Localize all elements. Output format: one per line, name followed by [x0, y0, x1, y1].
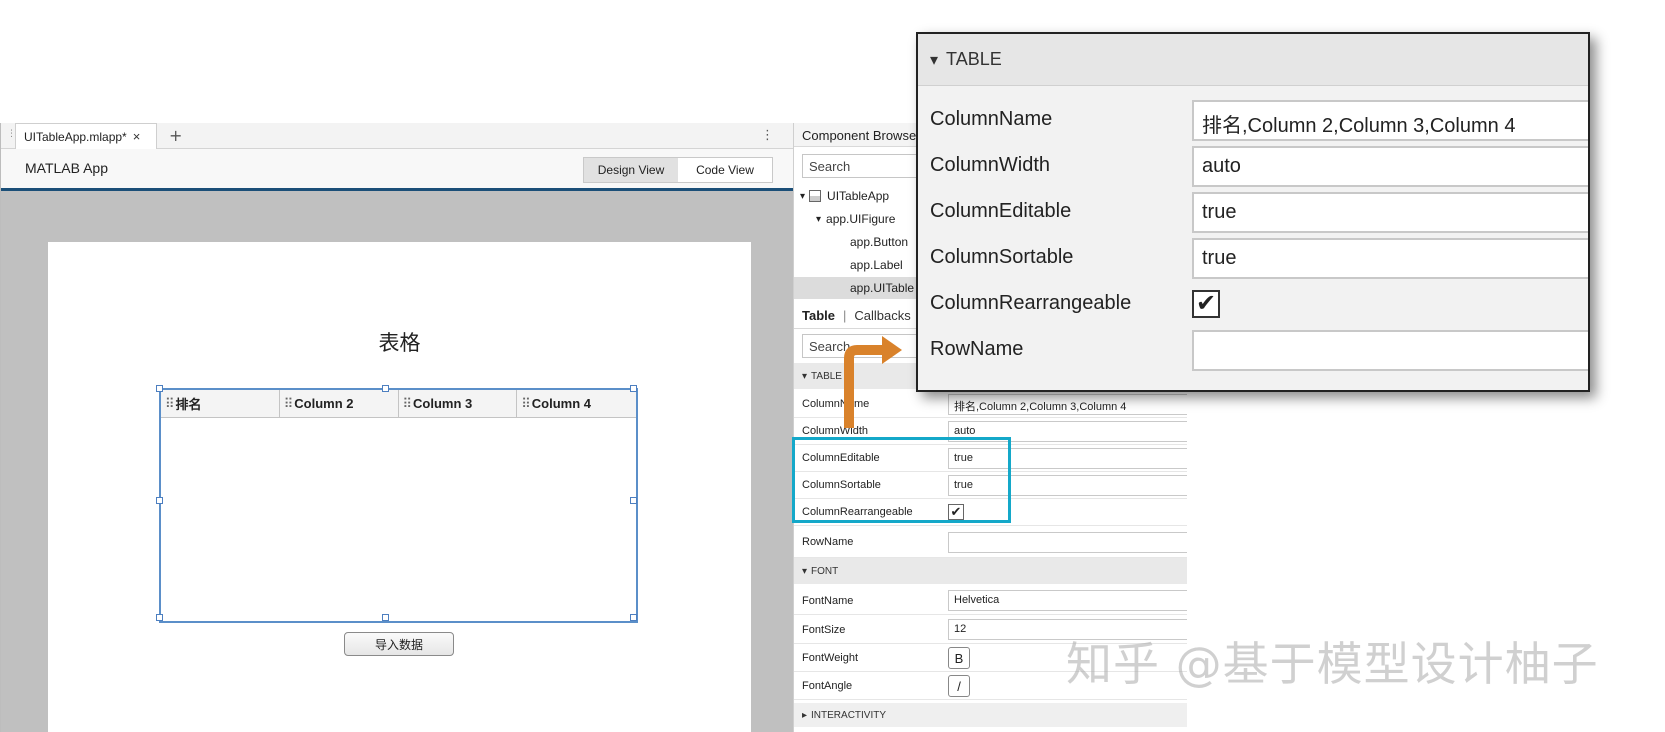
table-column-header[interactable]: ⠿Column 2	[280, 390, 399, 417]
chevron-down-icon: ▾	[802, 566, 807, 577]
table-column-header[interactable]: ⠿Column 4	[517, 390, 636, 417]
resize-handle[interactable]	[630, 497, 637, 504]
app-file-icon	[809, 190, 821, 202]
tree-node-label[interactable]: app.Label	[850, 254, 903, 276]
column-drag-icon: ⠿	[165, 396, 174, 412]
resize-handle[interactable]	[382, 385, 389, 392]
zoom-row-columnname: ColumnName 排名,Column 2,Column 3,Column 4	[918, 96, 1590, 144]
zoom-callout: ▾ TABLE ColumnName 排名,Column 2,Column 3,…	[916, 32, 1590, 392]
zoom-property-label: ColumnRearrangeable	[930, 292, 1131, 315]
watermark: 知乎 @基于模型设计柚子	[1066, 628, 1599, 694]
tree-node-app[interactable]: ▾ UITableApp	[800, 185, 889, 207]
app-designer-window: ⋮ UITableApp.mlapp* × + ⋮ MATLAB App Des…	[0, 123, 793, 732]
app-header: MATLAB App Design View Code View	[1, 149, 794, 191]
property-label: RowName	[802, 536, 853, 548]
tree-node-button[interactable]: app.Button	[850, 231, 908, 253]
zoom-rowname-field[interactable]	[1192, 330, 1590, 371]
chevron-down-icon[interactable]: ▾	[800, 191, 805, 202]
import-data-button[interactable]: 导入数据	[344, 632, 454, 656]
table-column-header[interactable]: ⠿Column 3	[399, 390, 518, 417]
italic-button[interactable]: /	[948, 675, 970, 697]
tab-separator: |	[843, 308, 846, 323]
highlight-box	[792, 437, 1011, 523]
property-row-fontname: FontName Helvetica	[794, 586, 1187, 615]
fontname-field[interactable]: Helvetica	[948, 590, 1187, 611]
tree-node-uifigure[interactable]: ▾ app.UIFigure	[816, 208, 895, 230]
resize-handle[interactable]	[156, 385, 163, 392]
zoom-columnsortable-field[interactable]: true	[1192, 238, 1590, 279]
property-label: FontAngle	[802, 680, 852, 692]
tab-callbacks[interactable]: Callbacks	[854, 308, 910, 323]
zoom-property-label: RowName	[930, 338, 1023, 361]
callout-arrow-icon	[840, 330, 910, 430]
app-title: MATLAB App	[25, 160, 108, 176]
columnname-field[interactable]: 排名,Column 2,Column 3,Column 4	[948, 394, 1187, 415]
zoom-property-label: ColumnName	[930, 108, 1052, 131]
property-label: FontWeight	[802, 652, 858, 664]
zoom-columnwidth-field[interactable]: auto	[1192, 146, 1590, 187]
bold-button[interactable]: B	[948, 647, 970, 669]
property-label: FontName	[802, 595, 853, 607]
design-canvas: 表格 ⠿排名 ⠿Column 2 ⠿Column 3 ⠿Column 4 导入数…	[48, 242, 751, 732]
zoom-row-columneditable: ColumnEditable true	[918, 188, 1590, 236]
ui-table[interactable]: ⠿排名 ⠿Column 2 ⠿Column 3 ⠿Column 4	[159, 388, 638, 623]
zoom-row-columnrearrangeable: ColumnRearrangeable ✔	[918, 280, 1590, 328]
section-font-header[interactable]: ▾ FONT	[794, 558, 1187, 584]
zoom-columnname-field[interactable]: 排名,Column 2,Column 3,Column 4	[1192, 100, 1590, 141]
code-view-button[interactable]: Code View	[678, 158, 772, 182]
column-drag-icon: ⠿	[521, 396, 530, 412]
more-options-icon[interactable]: ⋮	[761, 128, 774, 143]
zoom-property-label: ColumnSortable	[930, 246, 1073, 269]
file-tab-label: UITableApp.mlapp*	[24, 130, 127, 144]
resize-handle[interactable]	[156, 497, 163, 504]
table-column-header[interactable]: ⠿排名	[161, 390, 280, 417]
resize-handle[interactable]	[156, 614, 163, 621]
resize-handle[interactable]	[630, 614, 637, 621]
chevron-right-icon: ▸	[802, 710, 807, 721]
resize-handle[interactable]	[382, 614, 389, 621]
section-interactivity-header[interactable]: ▸ INTERACTIVITY	[794, 703, 1187, 727]
chevron-down-icon: ▾	[930, 50, 938, 70]
chevron-down-icon: ▾	[802, 371, 807, 382]
zoom-columneditable-field[interactable]: true	[1192, 192, 1590, 233]
zoom-row-columnsortable: ColumnSortable true	[918, 234, 1590, 282]
resize-handle[interactable]	[630, 385, 637, 392]
design-view-button[interactable]: Design View	[584, 158, 678, 182]
zoom-row-rowname: RowName	[918, 326, 1590, 374]
column-drag-icon: ⠿	[403, 396, 412, 412]
rowname-field[interactable]	[948, 532, 1187, 553]
zoom-row-columnwidth: ColumnWidth auto	[918, 142, 1590, 190]
table-header: ⠿排名 ⠿Column 2 ⠿Column 3 ⠿Column 4	[161, 390, 636, 418]
zoom-property-label: ColumnEditable	[930, 200, 1071, 223]
file-tab-strip: ⋮ UITableApp.mlapp* × + ⋮	[1, 123, 794, 149]
figure-title[interactable]: 表格	[48, 327, 751, 357]
column-drag-icon: ⠿	[284, 396, 293, 412]
property-row-rowname: RowName	[794, 526, 1187, 558]
chevron-down-icon[interactable]: ▾	[816, 214, 821, 225]
property-label: FontSize	[802, 624, 845, 636]
new-tab-icon[interactable]: +	[169, 126, 182, 145]
tab-table[interactable]: Table	[802, 308, 835, 323]
zoom-section-table-header[interactable]: ▾ TABLE	[918, 34, 1590, 86]
close-tab-icon[interactable]: ×	[133, 129, 141, 144]
file-tab[interactable]: UITableApp.mlapp* ×	[15, 123, 157, 149]
view-toggle: Design View Code View	[583, 157, 773, 183]
zoom-columnrearrangeable-checkbox[interactable]: ✔	[1192, 290, 1220, 318]
zoom-property-label: ColumnWidth	[930, 154, 1050, 177]
